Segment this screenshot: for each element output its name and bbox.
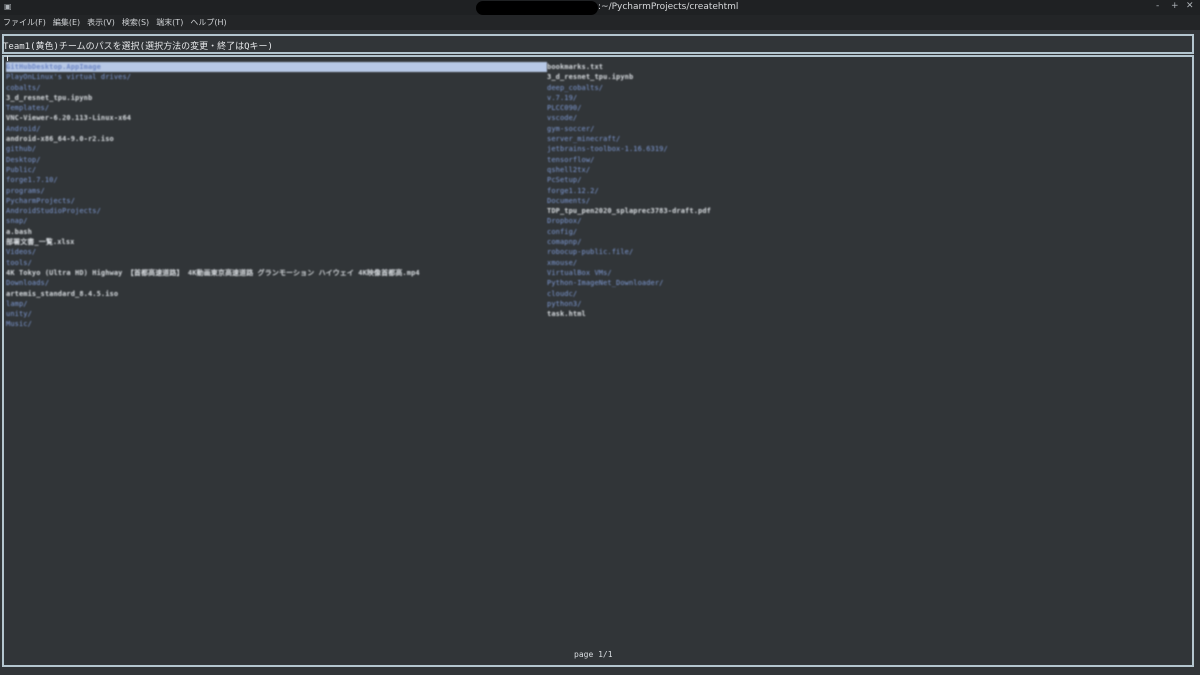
menu-view[interactable]: 表示(V) [87,17,115,28]
file-list-item[interactable]: qshell2tx/ [547,165,711,175]
file-list-item[interactable]: Downloads/ [6,278,547,288]
file-list-item[interactable]: artemis_standard_8.4.5.iso [6,289,547,299]
file-list-item[interactable]: 3_d_resnet_tpu.ipynb [547,72,711,82]
file-list-item[interactable]: gym-soccer/ [547,124,711,134]
file-list-item[interactable]: snap/ [6,216,547,226]
file-list-item[interactable]: 部署文書_一覧.xlsx [6,237,547,247]
file-list-item[interactable]: github/ [6,144,547,154]
terminal-area[interactable]: Team1(黄色)チームのパスを選択(選択方法の変更・終了はQキー) GitHu… [0,30,1200,675]
close-icon[interactable]: ✕ [1186,1,1194,11]
file-list-item[interactable]: xmouse/ [547,258,711,268]
minimize-icon[interactable]: - [1156,1,1159,11]
file-list-item[interactable]: robocup-public.file/ [547,247,711,257]
file-list-item[interactable]: Videos/ [6,247,547,257]
menu-terminal[interactable]: 端末(T) [156,17,183,28]
file-list-item[interactable]: 4K Tokyo (Ultra HD) Highway 【首都高速道路】 4K動… [6,268,547,278]
window-title: :~/PycharmProjects/createhtml [598,2,739,12]
file-list-item[interactable]: Python-ImageNet_Downloader/ [547,278,711,288]
file-list-right-column: bookmarks.txt 3_d_resnet_tpu.ipynb deep_co… [547,62,711,319]
file-list-item[interactable]: a.bash [6,227,547,237]
file-list-item[interactable]: jetbrains-toolbox-1.16.6319/ [547,144,711,154]
terminal-icon[interactable]: ▣ [4,2,12,11]
file-list-item[interactable]: config/ [547,227,711,237]
menu-help[interactable]: ヘルプ(H) [190,17,226,28]
file-list-item[interactable]: server_minecraft/ [547,134,711,144]
file-list-item[interactable]: bookmarks.txt [547,62,711,72]
file-list-item[interactable]: comapnp/ [547,237,711,247]
file-list-item[interactable]: Dropbox/ [547,216,711,226]
file-list-item[interactable]: Documents/ [547,196,711,206]
file-list-item[interactable]: Music/ [6,319,547,329]
file-list-item[interactable]: VirtualBox VMs/ [547,268,711,278]
redacted-username [476,1,598,15]
file-list-item[interactable]: PlayOnLinux's virtual drives/ [6,72,547,82]
prompt-header-text: Team1(黄色)チームのパスを選択(選択方法の変更・終了はQキー) [3,42,273,52]
file-list-item[interactable]: VNC-Viewer-6.20.113-Linux-x64 [6,113,547,123]
window-titlebar: ▣ :~/PycharmProjects/createhtml - + ✕ [0,0,1200,15]
file-list-item[interactable]: unity/ [6,309,547,319]
file-list-item[interactable]: PycharmProjects/ [6,196,547,206]
file-list-item[interactable]: AndroidStudioProjects/ [6,206,547,216]
file-list-item-selected[interactable]: GitHubDesktop.AppImage [6,62,547,73]
file-list-item[interactable]: Templates/ [6,103,547,113]
menu-edit[interactable]: 編集(E) [53,17,80,28]
file-list-box: GitHubDesktop.AppImage PlayOnLinux's virt… [2,55,1194,667]
file-list-item[interactable]: Desktop/ [6,155,547,165]
file-list-item[interactable]: python3/ [547,299,711,309]
text-cursor [7,56,13,61]
file-list-item[interactable]: cloudc/ [547,289,711,299]
file-list-item[interactable]: PcSetup/ [547,175,711,185]
file-list-item[interactable]: cobalts/ [6,83,547,93]
file-list-item[interactable]: tensorflow/ [547,155,711,165]
file-list-item[interactable]: v.7.19/ [547,93,711,103]
file-list-item[interactable]: deep_cobalts/ [547,83,711,93]
menu-file[interactable]: ファイル(F) [3,17,46,28]
maximize-icon[interactable]: + [1171,1,1179,11]
file-list-item[interactable]: Public/ [6,165,547,175]
menu-bar: ファイル(F) 編集(E) 表示(V) 検索(S) 端末(T) ヘルプ(H) [0,15,1200,30]
file-list-item[interactable]: PLCC090/ [547,103,711,113]
file-list-item[interactable]: forge1.7.10/ [6,175,547,185]
file-list-item[interactable]: vscode/ [547,113,711,123]
menu-search[interactable]: 検索(S) [122,17,149,28]
file-list-item[interactable]: android-x86_64-9.0-r2.iso [6,134,547,144]
file-list-item[interactable]: Android/ [6,124,547,134]
file-list-item[interactable]: task.html [547,309,711,319]
file-list-item[interactable]: tools/ [6,258,547,268]
file-list-item[interactable]: 3_d_resnet_tpu.ipynb [6,93,547,103]
file-list-item[interactable]: programs/ [6,186,547,196]
file-list-item[interactable]: TDP_tpu_pen2020_splaprec3783-draft.pdf [547,206,711,216]
file-list-left-column: GitHubDesktop.AppImage PlayOnLinux's virt… [6,62,547,330]
page-indicator: page 1/1 [574,650,613,659]
file-list-item[interactable]: lamp/ [6,299,547,309]
file-list-item[interactable]: forge1.12.2/ [547,186,711,196]
